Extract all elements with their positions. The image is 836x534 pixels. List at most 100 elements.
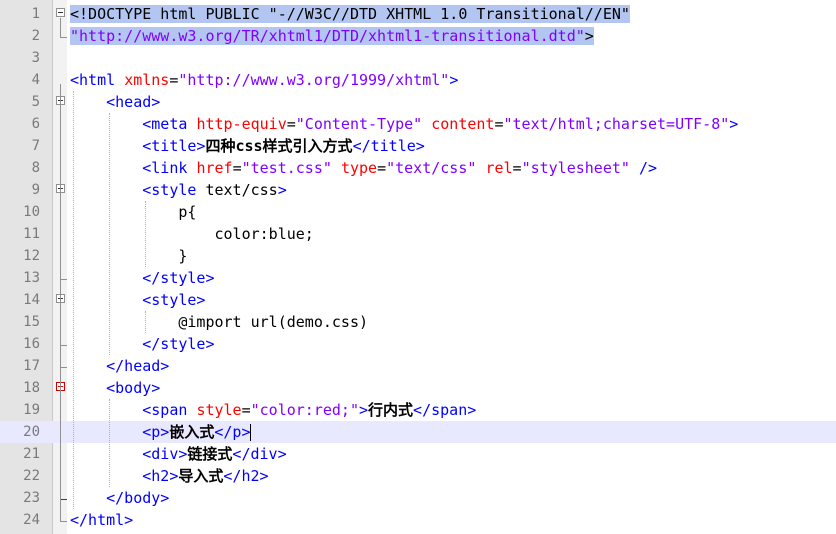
code-text[interactable]: <div>链接式</div> [70,443,286,465]
code-text[interactable]: color:blue; [70,223,314,245]
line-number: 2 [31,28,40,44]
line-number: 15 [23,314,40,330]
code-text[interactable]: <style text/css> [70,179,287,201]
code-token: = [286,115,296,133]
code-text[interactable]: </body> [70,487,169,509]
code-line[interactable]: 8 <link href="test.css" type="text/css" … [0,157,836,179]
code-editor[interactable]: 1 <!DOCTYPE html PUBLIC "-//W3C//DTD XHTM… [0,0,836,534]
line-number: 21 [23,446,40,462]
code-token: style [196,401,242,419]
line-number: 3 [31,50,40,66]
code-token: <div> [142,445,188,463]
code-line[interactable]: 11 color:blue; [0,223,836,245]
code-line[interactable]: 19 <span style="color:red;">行内式</span> [0,399,836,421]
code-text[interactable]: </head> [70,355,169,377]
code-token: p{ [70,203,197,221]
fold-toggle-icon[interactable] [56,8,65,17]
code-line[interactable]: 20 <p>嵌入式</p> [0,421,836,443]
code-line[interactable]: 1 <!DOCTYPE html PUBLIC "-//W3C//DTD XHTM… [0,3,836,25]
code-token: color:blue; [70,225,314,243]
line-number: 18 [23,380,40,396]
code-line[interactable]: 17 </head> [0,355,836,377]
code-line[interactable]: 14 <style> [0,289,836,311]
code-text[interactable]: <head> [70,91,160,113]
code-text[interactable]: p{ [70,201,196,223]
code-line[interactable]: 5 <head> [0,91,836,113]
code-token: <title> [142,137,206,155]
code-line[interactable]: 12 } [0,245,836,267]
code-text[interactable]: <!DOCTYPE html PUBLIC "-//W3C//DTD XHTML… [70,3,630,25]
line-number: 1 [31,6,40,22]
code-token: <h2> [142,467,179,485]
code-token: </html> [70,511,134,529]
code-text[interactable]: <style> [70,289,205,311]
code-line[interactable]: 6 <meta http-equiv="Content-Type" conten… [0,113,836,135]
code-token: <link [142,159,197,177]
code-token: <body> [106,379,161,397]
code-token: </head> [106,357,170,375]
code-text[interactable]: <link href="test.css" type="text/css" re… [70,157,657,179]
line-number: 9 [31,182,40,198]
code-text[interactable]: <h2>导入式</h2> [70,465,269,487]
code-token: </span> [413,401,477,419]
fold-end-marker [60,25,67,38]
code-text[interactable]: <title>四种css样式引入方式</title> [70,135,425,157]
code-line[interactable]: 7 <title>四种css样式引入方式</title> [0,135,836,157]
code-line[interactable]: 16 </style> [0,333,836,355]
fold-end-marker [60,487,67,500]
code-text[interactable]: </style> [70,267,214,289]
code-line[interactable]: 2 "http://www.w3.org/TR/xhtml1/DTD/xhtml1… [0,25,836,47]
code-text[interactable]: <body> [70,377,160,399]
code-text[interactable]: <meta http-equiv="Content-Type" content=… [70,113,738,135]
code-line[interactable]: 21 <div>链接式</div> [0,443,836,465]
code-line[interactable]: 15 @import url(demo.css) [0,311,836,333]
code-token: </h2> [223,467,269,485]
code-text[interactable]: } [70,245,187,267]
code-token: > [449,71,459,89]
code-text[interactable]: "http://www.w3.org/TR/xhtml1/DTD/xhtml1-… [70,25,594,47]
line-number: 13 [23,270,40,286]
line-number: 23 [23,490,40,506]
code-token: <!DOCTYPE html PUBLIC "-//W3C//DTD XHTML… [70,5,630,23]
code-line[interactable]: 22 <h2>导入式</h2> [0,465,836,487]
fold-end-marker [60,509,67,522]
code-token: "http://www.w3.org/TR/xhtml1/DTD/xhtml1-… [70,27,585,45]
code-text[interactable]: </style> [70,333,214,355]
code-token: = [494,115,504,133]
fold-end-marker [60,355,67,368]
code-line[interactable]: 13 </style> [0,267,836,289]
code-token: > [584,27,594,45]
code-token: = [512,159,522,177]
code-text[interactable]: <p>嵌入式</p> [70,421,252,443]
code-token: "color:red;" [250,401,359,419]
code-token: xmlns [124,71,170,89]
code-line[interactable]: 24 </html> [0,509,836,531]
code-line[interactable]: 18 <body> [0,377,836,399]
code-text[interactable]: <span style="color:red;">行内式</span> [70,399,476,421]
code-token: "stylesheet" [521,159,630,177]
line-number: 14 [23,292,40,308]
line-number: 6 [31,116,40,132]
code-line[interactable]: 23 </body> [0,487,836,509]
code-line[interactable]: 10 p{ [0,201,836,223]
indent-guide [145,201,147,267]
code-text[interactable]: </html> [70,509,133,531]
line-number: 17 [23,358,40,374]
code-token: } [70,247,188,265]
code-line[interactable]: 3 [0,47,836,69]
code-token: = [377,159,387,177]
code-line[interactable]: 4 <html xmlns="http://www.w3.org/1999/xht… [0,69,836,91]
code-text[interactable]: <html xmlns="http://www.w3.org/1999/xhtm… [70,69,458,91]
code-line[interactable]: 9 <style text/css> [0,179,836,201]
code-token: 嵌入式 [169,423,215,441]
code-text[interactable]: @import url(demo.css) [70,311,368,333]
indent-guide [145,311,147,333]
code-token: <head> [106,93,161,111]
